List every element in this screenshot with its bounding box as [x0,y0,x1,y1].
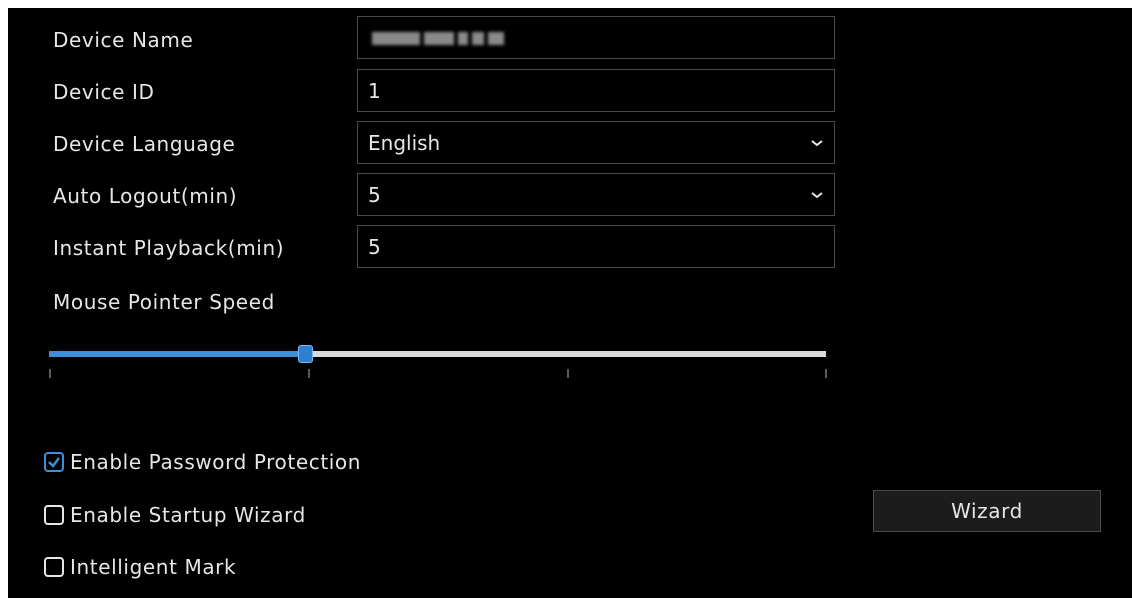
intelligent-mark-label: Intelligent Mark [70,555,237,579]
mouse-pointer-speed-label: Mouse Pointer Speed [53,290,275,314]
device-name-field[interactable] [357,16,835,59]
blurred-device-name [372,32,504,45]
slider-tick [49,369,51,378]
device-id-label: Device ID [53,80,155,104]
mouse-speed-slider-fill [49,351,306,357]
chevron-down-icon[interactable] [810,136,824,150]
device-language-value: English [368,131,441,155]
device-language-select[interactable]: English [357,121,835,164]
chevron-down-icon[interactable] [810,188,824,202]
slider-tick [825,369,827,378]
device-language-label: Device Language [53,132,236,156]
password-protection-option[interactable]: Enable Password Protection [44,447,361,477]
startup-wizard-label: Enable Startup Wizard [70,503,306,527]
auto-logout-label: Auto Logout(min) [53,184,238,208]
intelligent-mark-checkbox[interactable] [44,557,64,577]
device-id-field[interactable]: 1 [357,69,835,112]
slider-tick [567,369,569,378]
device-name-label: Device Name [53,28,194,52]
startup-wizard-option[interactable]: Enable Startup Wizard [44,500,306,530]
startup-wizard-checkbox[interactable] [44,505,64,525]
wizard-button[interactable]: Wizard [873,490,1101,532]
auto-logout-select[interactable]: 5 [357,173,835,216]
mouse-speed-slider-handle[interactable] [298,345,314,363]
intelligent-mark-option[interactable]: Intelligent Mark [44,552,236,582]
password-protection-checkbox[interactable] [44,452,64,472]
checkmark-icon [48,457,60,468]
general-settings-panel: Device Name Device ID 1 Device Language … [8,8,1132,598]
password-protection-label: Enable Password Protection [70,450,362,474]
slider-tick [308,369,310,378]
instant-playback-label: Instant Playback(min) [53,236,285,260]
instant-playback-field[interactable]: 5 [357,225,835,268]
auto-logout-value: 5 [368,183,381,207]
